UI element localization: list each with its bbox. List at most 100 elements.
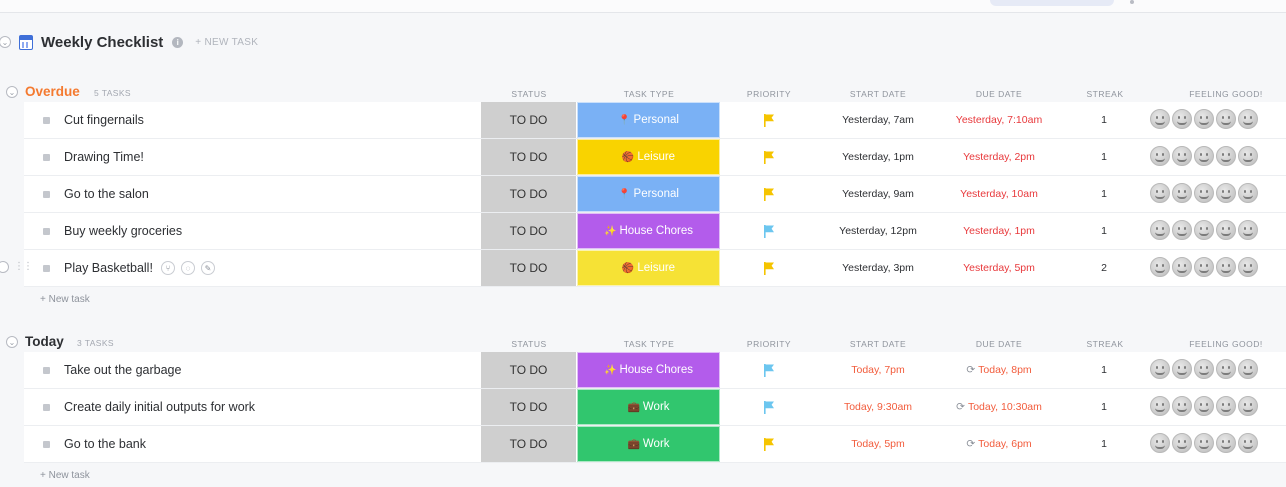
column-header-status[interactable]: STATUS: [511, 339, 546, 349]
streak-value[interactable]: 1: [1101, 438, 1107, 450]
priority-flag-icon[interactable]: [763, 114, 775, 127]
row-select-checkbox[interactable]: [0, 261, 9, 273]
smiley-face-icon[interactable]: [1238, 220, 1258, 240]
task-status-square-icon[interactable]: [43, 228, 50, 235]
task-status-square-icon[interactable]: [43, 404, 50, 411]
start-date[interactable]: Today, 7pm: [851, 364, 905, 376]
info-icon[interactable]: i: [172, 36, 184, 48]
smiley-face-icon[interactable]: [1238, 183, 1258, 203]
task-type-cell[interactable]: 📍 Personal: [577, 176, 720, 212]
column-header-task-type[interactable]: TASK TYPE: [624, 89, 674, 99]
column-header-task-type[interactable]: TASK TYPE: [624, 339, 674, 349]
smiley-face-icon[interactable]: [1172, 146, 1192, 166]
smiley-face-icon[interactable]: [1216, 359, 1236, 379]
column-header-start-date[interactable]: START DATE: [850, 89, 906, 99]
smiley-face-icon[interactable]: [1194, 257, 1214, 277]
task-row[interactable]: Buy weekly groceries TO DO ✨ House Chores Ye…: [24, 213, 1286, 250]
smiley-face-icon[interactable]: [1172, 109, 1192, 129]
priority-flag-icon[interactable]: [763, 225, 775, 238]
status-cell[interactable]: TO DO: [481, 213, 576, 249]
smiley-face-icon[interactable]: [1194, 109, 1214, 129]
smiley-face-icon[interactable]: [1172, 257, 1192, 277]
smiley-face-icon[interactable]: [1194, 433, 1214, 453]
tag-icon[interactable]: ◌: [181, 261, 195, 275]
status-cell[interactable]: TO DO: [481, 426, 576, 462]
smiley-face-icon[interactable]: [1238, 257, 1258, 277]
feeling-rating[interactable]: [1150, 146, 1258, 166]
feeling-rating[interactable]: [1150, 257, 1258, 277]
priority-flag-icon[interactable]: [763, 401, 775, 414]
group-name[interactable]: Today: [25, 334, 64, 349]
feeling-rating[interactable]: [1150, 359, 1258, 379]
smiley-face-icon[interactable]: [1216, 433, 1236, 453]
task-row[interactable]: Go to the bank TO DO 💼 Work Today, 5pm ⟳ Today…: [24, 426, 1286, 463]
smiley-face-icon[interactable]: [1150, 220, 1170, 240]
task-name[interactable]: Buy weekly groceries: [64, 224, 182, 238]
smiley-face-icon[interactable]: [1216, 396, 1236, 416]
task-row[interactable]: Go to the salon TO DO 📍 Personal Yesterday, …: [24, 176, 1286, 213]
column-header-status[interactable]: STATUS: [511, 89, 546, 99]
subtask-icon[interactable]: ⑂: [161, 261, 175, 275]
task-name[interactable]: Go to the salon: [64, 187, 149, 201]
task-row[interactable]: Cut fingernails TO DO 📍 Personal Yesterday, …: [24, 102, 1286, 139]
add-task-button[interactable]: + New task: [40, 287, 1286, 311]
streak-value[interactable]: 1: [1101, 151, 1107, 163]
smiley-face-icon[interactable]: [1150, 433, 1170, 453]
priority-flag-icon[interactable]: [763, 262, 775, 275]
smiley-face-icon[interactable]: [1194, 146, 1214, 166]
task-type-cell[interactable]: ✨ House Chores: [577, 213, 720, 249]
toolbar-search-pill[interactable]: [990, 0, 1114, 6]
smiley-face-icon[interactable]: [1216, 183, 1236, 203]
smiley-face-icon[interactable]: [1238, 433, 1258, 453]
task-name[interactable]: Create daily initial outputs for work: [64, 400, 255, 414]
column-header-priority[interactable]: PRIORITY: [747, 339, 791, 349]
smiley-face-icon[interactable]: [1172, 396, 1192, 416]
smiley-face-icon[interactable]: [1150, 359, 1170, 379]
start-date[interactable]: Yesterday, 3pm: [842, 262, 914, 274]
smiley-face-icon[interactable]: [1194, 396, 1214, 416]
column-header-feeling[interactable]: FEELING GOOD!: [1189, 89, 1263, 99]
priority-flag-icon[interactable]: [763, 364, 775, 377]
column-header-start-date[interactable]: START DATE: [850, 339, 906, 349]
task-type-cell[interactable]: 💼 Work: [577, 389, 720, 425]
due-date[interactable]: Yesterday, 2pm: [963, 151, 1035, 163]
smiley-face-icon[interactable]: [1194, 183, 1214, 203]
feeling-rating[interactable]: [1150, 396, 1258, 416]
smiley-face-icon[interactable]: [1150, 183, 1170, 203]
task-row[interactable]: Drawing Time! TO DO 🏀 Leisure Yesterday, 1pm…: [24, 139, 1286, 176]
smiley-face-icon[interactable]: [1172, 433, 1192, 453]
task-name[interactable]: Take out the garbage: [64, 363, 181, 377]
smiley-face-icon[interactable]: [1238, 396, 1258, 416]
due-date[interactable]: ⟳ Today, 6pm: [966, 438, 1031, 450]
smiley-face-icon[interactable]: [1172, 359, 1192, 379]
priority-flag-icon[interactable]: [763, 438, 775, 451]
status-cell[interactable]: TO DO: [481, 250, 576, 286]
task-type-cell[interactable]: ✨ House Chores: [577, 352, 720, 388]
column-header-due-date[interactable]: DUE DATE: [976, 89, 1022, 99]
task-name[interactable]: Go to the bank: [64, 437, 146, 451]
task-type-cell[interactable]: 💼 Work: [577, 426, 720, 462]
task-row[interactable]: Play Basketball! TO DO 🏀 Leisure Yesterday, …: [0, 250, 1286, 287]
start-date[interactable]: Yesterday, 12pm: [839, 225, 917, 237]
due-date[interactable]: ⟳ Today, 8pm: [966, 364, 1031, 376]
collapse-toggle-icon[interactable]: ⌄: [0, 36, 11, 48]
start-date[interactable]: Yesterday, 9am: [842, 188, 914, 200]
pencil-icon[interactable]: ✎: [201, 261, 215, 275]
feeling-rating[interactable]: [1150, 433, 1258, 453]
task-status-square-icon[interactable]: [43, 117, 50, 124]
smiley-face-icon[interactable]: [1216, 257, 1236, 277]
feeling-rating[interactable]: [1150, 109, 1258, 129]
smiley-face-icon[interactable]: [1172, 183, 1192, 203]
due-date[interactable]: Yesterday, 5pm: [963, 262, 1035, 274]
streak-value[interactable]: 1: [1101, 364, 1107, 376]
streak-value[interactable]: 1: [1101, 188, 1107, 200]
smiley-face-icon[interactable]: [1150, 146, 1170, 166]
column-header-feeling[interactable]: FEELING GOOD!: [1189, 339, 1263, 349]
status-cell[interactable]: TO DO: [481, 176, 576, 212]
task-row[interactable]: Create daily initial outputs for work TO …: [24, 389, 1286, 426]
column-header-priority[interactable]: PRIORITY: [747, 89, 791, 99]
smiley-face-icon[interactable]: [1150, 396, 1170, 416]
feeling-rating[interactable]: [1150, 220, 1258, 240]
priority-flag-icon[interactable]: [763, 151, 775, 164]
task-type-cell[interactable]: 📍 Personal: [577, 102, 720, 138]
